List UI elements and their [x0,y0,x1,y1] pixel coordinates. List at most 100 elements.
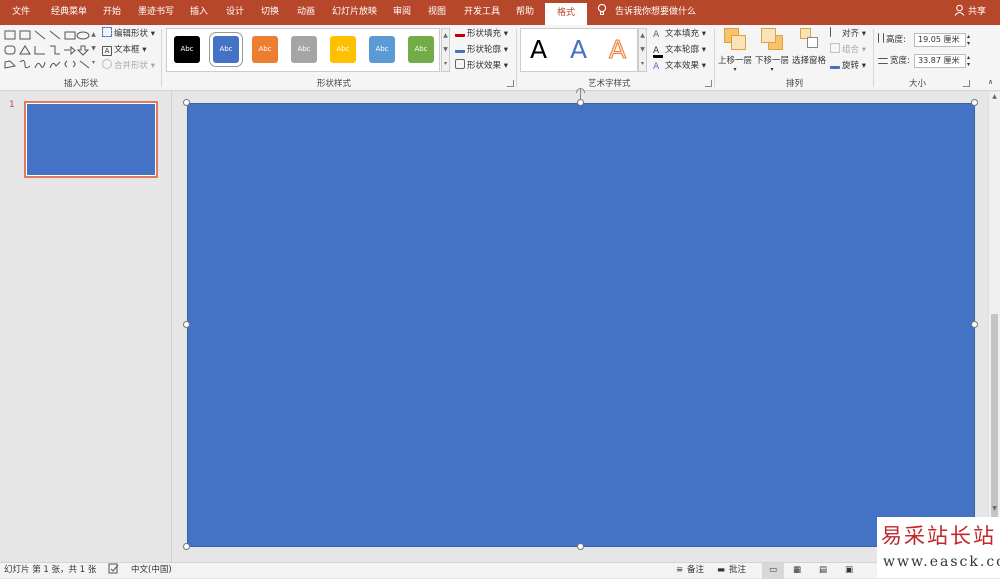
resize-handle-left[interactable] [183,321,190,328]
slideshow-view-icon[interactable]: ▣ [845,563,853,579]
shape-style-swatch[interactable]: Abc [369,36,395,63]
group-button[interactable]: 组合 ▾ [830,43,866,57]
share-button[interactable]: 共享 [968,0,986,25]
spelling-icon[interactable] [108,563,119,579]
slide-sorter-icon[interactable]: ▦ [793,563,801,579]
comments-button[interactable]: 批注 [729,563,746,579]
bring-forward-icon [724,28,746,50]
shape-style-swatch[interactable]: Abc [330,36,356,63]
selected-rectangle-shape[interactable] [187,103,975,547]
slide-count-status: 幻灯片 第 1 张，共 1 张 [4,565,97,575]
scrollbar-thumb[interactable] [991,314,998,526]
watermark-url: www.easck.com [883,554,1000,570]
wordart-gallery-scroll[interactable]: ▲ ▼ ▾ [638,28,647,72]
text-effects-icon: A [653,62,660,72]
height-input[interactable]: 19.05 厘米 [914,33,966,47]
tab-insert[interactable]: 插入 [190,0,208,25]
slide-thumbnail[interactable] [24,101,158,178]
language-status[interactable]: 中文(中国) [131,563,172,579]
group-separator [161,29,162,87]
shape-gallery-scroll[interactable]: ▲ ▼ ▾ [89,28,98,72]
height-icon [878,33,884,43]
width-input[interactable]: 33.87 厘米 [914,54,966,68]
edit-shape-button[interactable]: 编辑形状 ▾ [102,27,155,41]
reading-view-icon[interactable]: ▤ [819,563,827,579]
tab-design[interactable]: 设计 [226,0,244,25]
wordart-sample[interactable]: A [530,34,547,66]
shape-style-swatch[interactable]: Abc [252,36,278,63]
shape-outline-button[interactable]: 形状轮廓 ▾ [455,43,508,57]
height-label: 高度: [878,33,906,47]
tab-slideshow[interactable]: 幻灯片放映 [332,0,377,25]
group-separator [714,29,715,87]
edit-shape-icon [102,27,112,37]
text-effects-button[interactable]: A 文本效果 ▾ [653,59,706,73]
wordart-sample[interactable]: A [570,34,587,66]
tab-transitions[interactable]: 切换 [261,0,279,25]
text-fill-button[interactable]: A 文本填充 ▾ [653,27,706,41]
send-backward-button[interactable]: 下移一层 ▾ [755,28,789,73]
tab-review[interactable]: 审阅 [393,0,411,25]
tab-file[interactable]: 文件 [12,0,30,25]
resize-handle-top-right[interactable] [971,99,978,106]
shape-fill-button[interactable]: 形状填充 ▾ [455,27,508,41]
normal-view-icon[interactable]: ▭ [762,563,784,579]
shape-style-swatch[interactable]: Abc [174,36,200,63]
wordart-sample[interactable]: A [608,34,626,66]
group-separator [516,29,517,87]
resize-handle-bottom[interactable] [577,543,584,550]
size-launcher-icon[interactable] [963,80,970,87]
scroll-down-icon[interactable]: ▼ [989,504,1000,514]
width-spinner[interactable]: ▴ ▾ [967,54,970,68]
slide-thumbnail-panel: 1 [0,92,172,562]
tab-format[interactable]: 格式 [545,3,588,25]
wordart-launcher-icon[interactable] [705,80,712,87]
rotate-icon [830,59,840,69]
slide-editing-area [173,88,988,562]
insert-shapes-group-label: 插入形状 [64,79,99,89]
selection-pane-button[interactable]: 选择窗格 [792,28,826,66]
text-box-button[interactable]: A 文本框 ▾ [102,43,146,57]
vertical-scrollbar[interactable]: ▲ ▼ [988,92,1000,562]
shape-gallery[interactable] [3,28,97,72]
rotate-handle-icon[interactable] [576,88,585,93]
shape-style-swatch[interactable]: Abc [209,32,243,67]
shape-style-gallery-scroll[interactable]: ▲ ▼ ▾ [441,28,450,72]
lightbulb-icon [597,0,607,25]
comments-icon: ▬ [717,565,726,575]
align-button[interactable]: 对齐 ▾ [830,27,866,41]
user-icon [954,0,965,25]
tell-me-search[interactable]: 告诉我你想要做什么 [615,0,696,25]
resize-handle-top[interactable] [577,99,584,106]
shape-style-swatch[interactable]: Abc [408,36,434,63]
shape-effects-button[interactable]: 形状效果 ▾ [455,59,508,73]
text-outline-icon: A [653,47,663,58]
notes-button[interactable]: 备注 [687,563,704,579]
shape-style-swatch[interactable]: Abc [291,36,317,63]
tab-home[interactable]: 开始 [103,0,121,25]
tab-classic-menu[interactable]: 经典菜单 [51,0,87,25]
merge-shapes-button[interactable]: 合并形状 ▾ [102,59,155,73]
watermark-title: 易采站长站 [881,524,996,548]
tab-view[interactable]: 视图 [428,0,446,25]
resize-handle-right[interactable] [971,321,978,328]
collapse-ribbon-icon[interactable]: ∧ [988,75,993,89]
ribbon-tab-bar: 文件 经典菜单 开始 墨迹书写 插入 设计 切换 动画 幻灯片放映 审阅 视图 … [0,0,1000,25]
tab-help[interactable]: 帮助 [516,0,534,25]
resize-handle-bottom-left[interactable] [183,543,190,550]
scroll-up-icon[interactable]: ▲ [989,92,1000,102]
shape-styles-launcher-icon[interactable] [507,80,514,87]
tab-animations[interactable]: 动画 [297,0,315,25]
wordart-gallery: A A A [520,28,638,72]
text-fill-icon: A [653,30,660,40]
rotate-button[interactable]: 旋转 ▾ [830,59,866,73]
text-outline-button[interactable]: A 文本轮廓 ▾ [653,43,706,58]
tab-developer[interactable]: 开发工具 [464,0,500,25]
resize-handle-top-left[interactable] [183,99,190,106]
tab-ink[interactable]: 墨迹书写 [138,0,174,25]
height-spinner[interactable]: ▴ ▾ [967,33,970,47]
merge-shapes-icon [102,59,112,69]
status-bar: 幻灯片 第 1 张，共 1 张 中文(中国) ≡ 备注 ▬ 批注 ▭ ▦ ▤ ▣ [0,562,1000,579]
notes-icon: ≡ [676,565,684,575]
bring-forward-button[interactable]: 上移一层 ▾ [718,28,752,73]
